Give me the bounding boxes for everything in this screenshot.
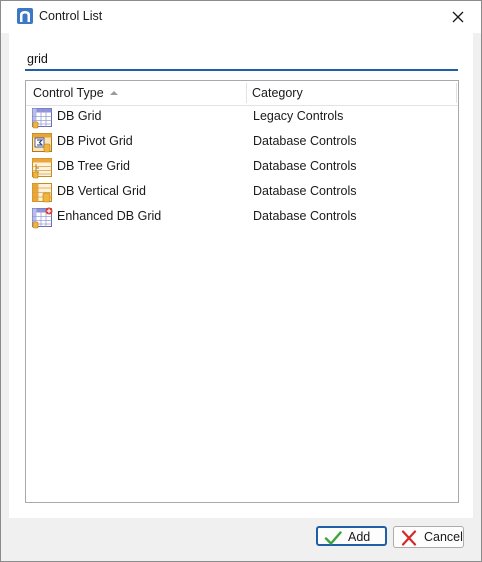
list-header: Control Type Category	[26, 81, 458, 106]
cancel-button[interactable]: Cancel	[393, 526, 464, 548]
list-row[interactable]: DB Pivot Grid Database Controls	[26, 130, 458, 155]
title-bar: Control List	[1, 1, 481, 33]
sort-ascending-icon	[109, 91, 118, 95]
row-category: Database Controls	[253, 184, 357, 198]
app-icon	[17, 8, 33, 24]
list-row[interactable]: Enhanced DB Grid Database Controls	[26, 205, 458, 230]
cancel-button-label: Cancel	[424, 530, 463, 544]
control-list[interactable]: Control Type Category DB Grid Legacy Con…	[25, 80, 459, 503]
db-vertical-grid-icon	[32, 183, 52, 203]
row-category: Legacy Controls	[253, 109, 344, 123]
control-list-dialog: Control List Control Type Category	[0, 0, 482, 562]
db-grid-icon	[32, 108, 52, 129]
list-row[interactable]: DB Vertical Grid Database Controls	[26, 180, 458, 205]
enhanced-db-grid-icon	[32, 207, 53, 229]
column-divider[interactable]	[246, 83, 247, 103]
row-name: DB Vertical Grid	[57, 184, 146, 198]
row-name: DB Pivot Grid	[57, 134, 133, 148]
add-button-label: Add	[348, 530, 371, 544]
window-title: Control List	[39, 9, 103, 23]
checkmark-icon	[324, 531, 342, 545]
row-name: DB Tree Grid	[57, 159, 130, 173]
column-header-control-type[interactable]: Control Type	[33, 81, 245, 105]
db-pivot-grid-icon	[32, 133, 52, 153]
cancel-x-icon	[401, 530, 417, 546]
row-category: Database Controls	[253, 209, 357, 223]
column-label-category: Category	[252, 86, 303, 100]
close-button[interactable]	[435, 1, 481, 33]
column-label-control-type: Control Type	[33, 86, 104, 100]
row-name: Enhanced DB Grid	[57, 209, 162, 223]
add-button[interactable]: Add	[316, 526, 387, 546]
column-header-category[interactable]: Category	[252, 81, 452, 105]
db-tree-grid-icon	[32, 158, 52, 179]
close-icon	[452, 11, 464, 23]
list-row[interactable]: DB Tree Grid Database Controls	[26, 155, 458, 180]
row-category: Database Controls	[253, 159, 357, 173]
column-divider[interactable]	[456, 83, 457, 103]
row-category: Database Controls	[253, 134, 357, 148]
search-input[interactable]	[25, 49, 458, 71]
row-name: DB Grid	[57, 109, 102, 123]
list-row[interactable]: DB Grid Legacy Controls	[26, 105, 458, 130]
